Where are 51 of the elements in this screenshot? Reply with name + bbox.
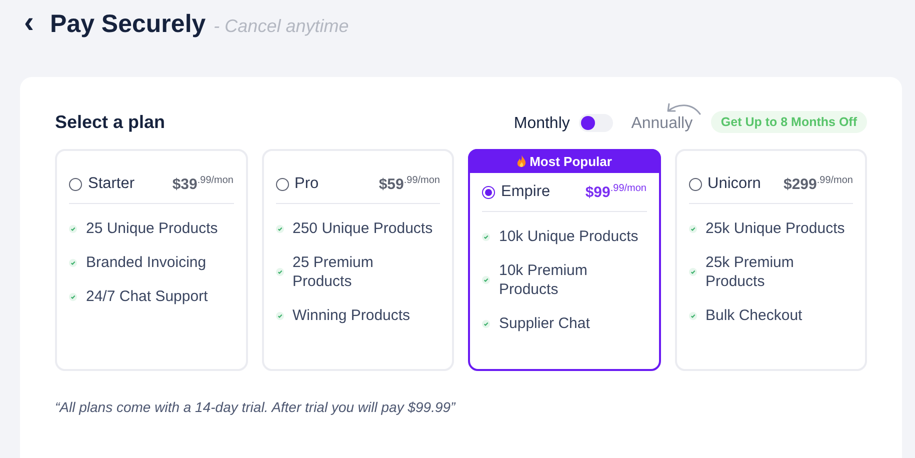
feature-text: 25 Premium Products xyxy=(292,253,374,291)
flame-icon xyxy=(516,155,526,167)
check-icon xyxy=(688,268,696,276)
trial-note: “All plans come with a 14-day trial. After trial you will pay $99.99” xyxy=(55,399,457,415)
feature-text: 10k Premium Products xyxy=(499,261,588,299)
radio-button[interactable] xyxy=(69,178,82,190)
plan-name: Unicorn xyxy=(708,175,762,193)
plan-name: Empire xyxy=(501,183,552,201)
check-icon xyxy=(69,258,77,266)
check-icon xyxy=(482,276,490,284)
check-icon xyxy=(688,224,696,232)
page-title: Pay Securely xyxy=(50,10,206,39)
check-icon xyxy=(276,268,284,276)
discount-badge: Get Up to 8 Months Off xyxy=(710,111,867,133)
plan-card[interactable]: Most Popular Empire $99$^{.99/mon}$ 10k Unique Products 10k Premium Products Supplier Chat xyxy=(468,149,660,371)
feature-text: 25k Premium Products xyxy=(706,253,795,291)
plan-name: Pro xyxy=(294,175,320,193)
check-icon xyxy=(69,292,77,300)
feature-text: 250 Unique Products xyxy=(292,219,433,238)
feature-text: 10k Unique Products xyxy=(499,227,638,246)
section-title: Select a plan xyxy=(55,112,166,133)
page-subtitle: - Cancel anytime xyxy=(214,16,349,37)
feature-text: 24/7 Chat Support xyxy=(86,287,208,306)
check-icon xyxy=(688,312,696,320)
check-icon xyxy=(69,224,77,232)
feature-text: Bulk Checkout xyxy=(706,306,802,325)
check-icon xyxy=(482,232,490,240)
plan-name: Starter xyxy=(88,175,136,193)
radio-button[interactable] xyxy=(688,178,702,190)
plan-price: $299$^{.99/mon}$ xyxy=(783,175,853,193)
plan-card[interactable]: Pro $59$^{.99/mon}$ 250 Unique Products 25 Premium Products Winning Products xyxy=(262,149,454,371)
feature-text: 25 Unique Products xyxy=(86,219,218,238)
billing-toggle[interactable] xyxy=(578,114,613,132)
check-icon xyxy=(276,224,284,232)
plan-price: $99$^{.99/mon}$ xyxy=(585,183,646,201)
check-icon xyxy=(276,312,284,320)
plan-price: $39$^{.99/mon}$ xyxy=(172,175,234,193)
radio-button[interactable] xyxy=(482,186,495,198)
feature-text: Supplier Chat xyxy=(499,314,590,333)
feature-text: 25k Unique Products xyxy=(706,219,845,238)
plan-card[interactable]: Starter $39$^{.99/mon}$ 25 Unique Products Branded Invoicing 24/7 Chat Support xyxy=(55,149,248,371)
back-button[interactable]: ‹ xyxy=(24,8,34,38)
plan-card[interactable]: Unicorn $299$^{.99/mon}$ 25k Unique Products 25k Premium Products Bulk Checkout xyxy=(674,149,867,371)
monthly-label: Monthly xyxy=(514,115,570,133)
radio-button[interactable] xyxy=(276,178,288,190)
plan-price: $59$^{.99/mon}$ xyxy=(378,175,440,193)
annually-label: Annually xyxy=(631,115,693,133)
feature-text: Branded Invoicing xyxy=(86,253,206,272)
feature-text: Winning Products xyxy=(292,306,410,325)
popular-badge: Most Popular xyxy=(468,149,660,173)
check-icon xyxy=(482,320,490,328)
